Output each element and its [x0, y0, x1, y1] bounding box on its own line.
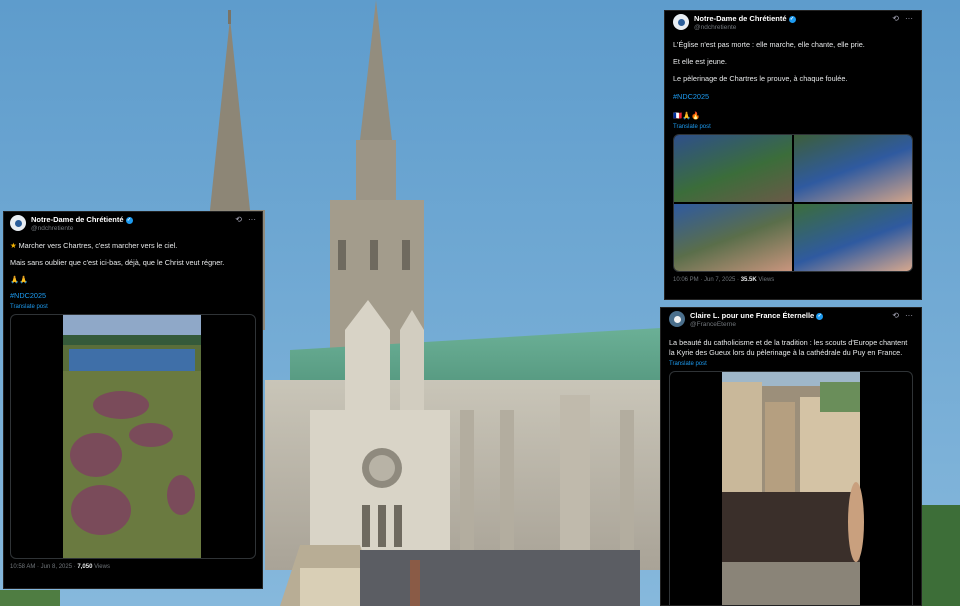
tweet-card-bottom-right[interactable]: Claire L. pour une France Éternelle ✓ @Fr… [660, 307, 922, 606]
grok-icon[interactable]: ⟲ [892, 311, 899, 322]
handle[interactable]: @ndchretiente [694, 24, 887, 33]
avatar[interactable] [10, 215, 26, 231]
avatar[interactable] [669, 311, 685, 327]
tweet-text: La beauté du catholicisme et de la tradi… [669, 338, 913, 358]
tweet-line: Marcher vers Chartres, c'est marcher ver… [18, 240, 178, 250]
views-count: 7,050 [77, 564, 93, 571]
views-label: Views [758, 277, 775, 284]
tweet-meta: 10:58 AM · Jun 8, 2025 · 7,050 Views [10, 563, 256, 571]
more-options-icon[interactable]: ··· [248, 215, 256, 226]
emoji-line: 🙏🙏 [10, 274, 29, 284]
display-name[interactable]: Notre-Dame de Chrétienté [694, 14, 787, 24]
translate-post-link[interactable]: Translate post [669, 360, 913, 368]
hashtag-link[interactable]: #NDC2025 [673, 92, 913, 102]
video-frame [722, 371, 864, 605]
tweet-line: La beauté du catholicisme et de la tradi… [669, 337, 908, 357]
star-emoji-icon: ★ [10, 240, 17, 250]
tweet-video[interactable] [10, 314, 256, 560]
tweet-text: L'Église n'est pas morte : elle marche, … [673, 40, 913, 121]
timestamp[interactable]: 10:06 PM · Jun 7, 2025 · [673, 277, 739, 283]
grok-icon[interactable]: ⟲ [892, 14, 899, 25]
tweet-line: L'Église n'est pas morte : elle marche, … [673, 39, 865, 49]
tweet-header: Notre-Dame de Chrétienté ✓ @ndchretiente … [10, 215, 256, 234]
translate-post-link[interactable]: Translate post [673, 123, 913, 131]
video-frame [63, 315, 201, 559]
photo-3[interactable] [674, 204, 792, 272]
display-name[interactable]: Claire L. pour une France Éternelle [690, 311, 814, 321]
timestamp[interactable]: 10:58 AM · Jun 8, 2025 · [10, 564, 76, 570]
handle[interactable]: @ndchretiente [31, 225, 230, 234]
more-options-icon[interactable]: ··· [905, 311, 913, 322]
tweet-header: Claire L. pour une France Éternelle ✓ @Fr… [669, 311, 913, 330]
verified-badge-icon: ✓ [125, 216, 133, 224]
tweet-line: Et elle est jeune. [673, 56, 727, 66]
views-count: 35.5K [740, 277, 757, 284]
photo-2[interactable] [794, 135, 912, 203]
tweet-video[interactable] [669, 370, 913, 605]
emoji-line: 🇫🇷🙏🔥 [673, 111, 701, 121]
tweet-meta: 10:06 PM · Jun 7, 2025 · 35.5K Views [673, 276, 913, 284]
handle[interactable]: @FranceEterne [690, 321, 887, 330]
tweet-card-top-right[interactable]: Notre-Dame de Chrétienté ✓ @ndchretiente … [664, 10, 922, 300]
translate-post-link[interactable]: Translate post [10, 303, 256, 311]
photo-4[interactable] [794, 204, 912, 272]
hashtag-link[interactable]: #NDC2025 [10, 291, 256, 301]
grok-icon[interactable]: ⟲ [235, 215, 242, 226]
display-name[interactable]: Notre-Dame de Chrétienté [31, 215, 124, 225]
photo-1[interactable] [674, 135, 792, 203]
more-options-icon[interactable]: ··· [905, 14, 913, 25]
avatar[interactable] [673, 14, 689, 30]
tweet-header: Notre-Dame de Chrétienté ✓ @ndchretiente … [673, 14, 913, 33]
verified-badge-icon: ✓ [816, 312, 824, 320]
views-label: Views [94, 564, 110, 571]
tweet-line: Le pèlerinage de Chartres le prouve, à c… [673, 73, 848, 83]
tweet-line: Mais sans oublier que c'est ici-bas, déj… [10, 257, 225, 267]
verified-badge-icon: ✓ [788, 15, 796, 23]
tweet-text: ★ Marcher vers Chartres, c'est marcher v… [10, 241, 256, 301]
tweet-card-left[interactable]: Notre-Dame de Chrétienté ✓ @ndchretiente … [3, 211, 263, 589]
tweet-photo-grid[interactable] [673, 134, 913, 273]
